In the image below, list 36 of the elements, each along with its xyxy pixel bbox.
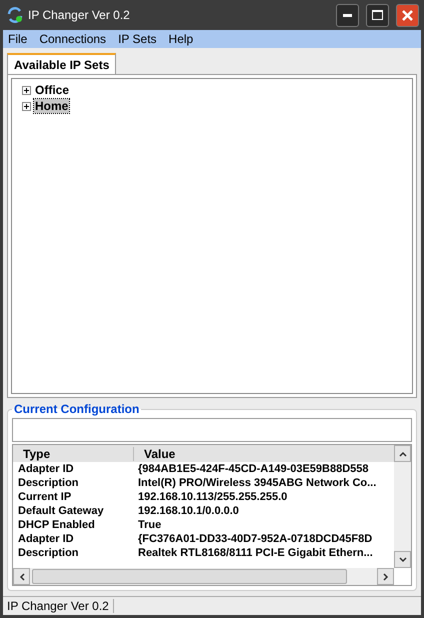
table-cell-text: Default Gateway	[17, 505, 105, 517]
close-button[interactable]	[396, 4, 419, 26]
table-cell-text: DHCP Enabled	[17, 519, 96, 531]
table-cell-text: 192.168.10.1/0.0.0.0	[137, 505, 240, 517]
tree-item[interactable]: Office	[34, 83, 70, 97]
table-cell-text: {FC376A01-DD33-40D7-952A-0718DCD45F8D	[137, 533, 374, 545]
table-cell-text: {984AB1E5-424F-45CD-A149-03E59B88D558	[137, 463, 370, 475]
table-cell-text: Realtek RTL8168/8111 PCI-E Gigabit Ethern...	[137, 547, 374, 559]
table-cell-text: Description	[17, 547, 80, 559]
network-icon	[7, 7, 23, 23]
horizontal-scrollbar[interactable]	[13, 568, 394, 585]
maximize-button[interactable]	[366, 4, 389, 26]
table-cell-text: True	[137, 519, 162, 531]
table-cell-text: Adapter ID	[17, 533, 75, 545]
tab[interactable]: Available IP Sets	[7, 53, 116, 74]
menu-item[interactable]: Connections	[39, 32, 106, 46]
table-cell-text: Intel(R) PRO/Wireless 3945ABG Network Co...	[137, 477, 378, 489]
menu-item[interactable]: File	[8, 32, 28, 46]
group-title: Current Configuration	[13, 402, 140, 416]
tree-item[interactable]: Home	[34, 99, 70, 113]
minimize-icon	[343, 14, 352, 16]
status-text: IP Changer Ver 0.2	[3, 599, 114, 613]
minimize-button[interactable]	[336, 4, 359, 26]
expand-icon[interactable]	[22, 102, 31, 110]
table-cell-text: 192.168.10.113/255.255.255.0	[137, 491, 288, 503]
table-cell-text: Adapter ID	[17, 463, 75, 475]
menu-item[interactable]: IP Sets	[118, 32, 157, 46]
table-cell-text: Current IP	[17, 491, 72, 503]
menu-item[interactable]: Help	[168, 32, 194, 46]
window-title: IP Changer Ver 0.2	[28, 8, 131, 22]
maximize-icon	[372, 10, 383, 20]
close-icon	[402, 10, 413, 20]
expand-icon[interactable]	[22, 86, 31, 94]
vertical-scrollbar[interactable]	[394, 445, 411, 568]
table-cell-text: Description	[17, 477, 80, 489]
column-header[interactable]: Type	[13, 446, 133, 460]
